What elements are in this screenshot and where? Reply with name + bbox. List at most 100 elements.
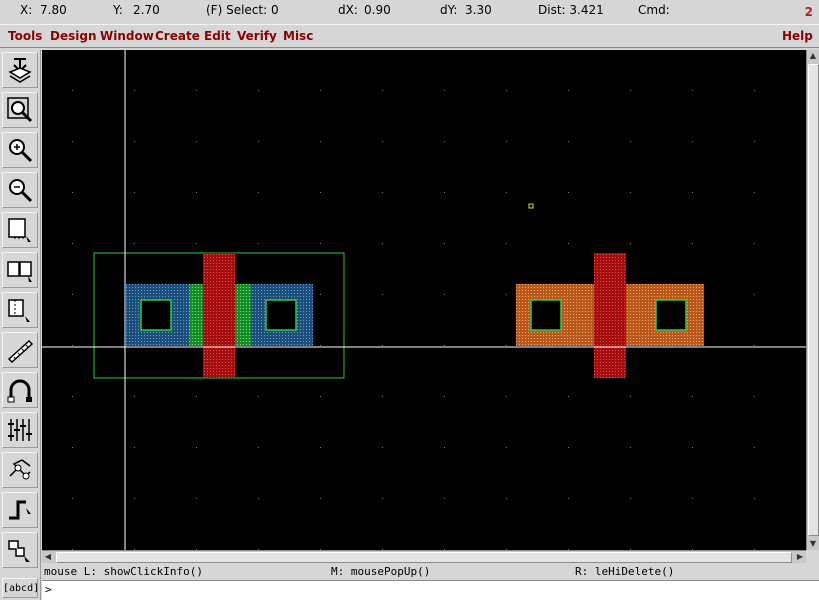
command-line: > [42, 580, 819, 600]
zoom-in-icon [9, 139, 33, 163]
menu-tools[interactable]: Tools [8, 29, 42, 43]
save-tool-button[interactable] [2, 52, 38, 88]
poly-gate-left [203, 253, 235, 378]
move-tool-button[interactable] [2, 292, 38, 328]
grid-dot [134, 447, 135, 448]
status-bar: X: 7.80 Y: 2.70 (F) Select: 0 dX: 0.90 d… [0, 0, 819, 21]
grid-dot [630, 498, 631, 499]
grid-dot [506, 243, 507, 244]
grid-dot [258, 90, 259, 91]
mouse-middle-binding: M: mousePopUp() [331, 565, 431, 578]
grid-dot [134, 192, 135, 193]
dx-label: dX: [338, 3, 358, 17]
grid-dot [568, 396, 569, 397]
menu-misc[interactable]: Misc [283, 29, 313, 43]
grid-dot [320, 141, 321, 142]
menu-edit[interactable]: Edit [204, 29, 231, 43]
grid-dot [692, 498, 693, 499]
grid-dot [568, 90, 569, 91]
grid-dot [196, 192, 197, 193]
grid-dot [320, 90, 321, 91]
path-icon [9, 459, 31, 480]
grid-dot [754, 345, 755, 346]
grid-dot [72, 396, 73, 397]
grid-dot [568, 141, 569, 142]
grid-dot [72, 498, 73, 499]
grid-dot [506, 345, 507, 346]
menu-window[interactable]: Window [100, 29, 154, 43]
x-coordinate-value: 7.80 [40, 3, 67, 17]
save-icon [8, 58, 32, 83]
ruler-icon [7, 339, 34, 364]
scroll-down-icon[interactable]: ▼ [807, 538, 819, 550]
scroll-left-icon[interactable]: ◀ [42, 551, 54, 563]
layout-drawing [42, 50, 806, 550]
contact-left-1 [140, 299, 172, 331]
grid-dot [506, 192, 507, 193]
path-tool-button[interactable] [2, 452, 38, 488]
label-button[interactable]: [abcd] [2, 578, 39, 598]
grid-dot [72, 90, 73, 91]
undo-icon [7, 379, 32, 403]
menu-help[interactable]: Help [782, 29, 813, 43]
tool-palette [0, 50, 41, 600]
grid-dot [692, 90, 693, 91]
mouse-left-binding: mouse L: showClickInfo() [44, 565, 203, 578]
grid-dot [444, 345, 445, 346]
dy-label: dY: [440, 3, 458, 17]
grid-dot [444, 498, 445, 499]
vertical-scroll-thumb[interactable] [808, 64, 819, 536]
grid-dot [72, 141, 73, 142]
scroll-up-icon[interactable]: ▲ [807, 50, 819, 62]
dy-value: 3.30 [465, 3, 492, 17]
grid-dot [444, 141, 445, 142]
grid-dot [506, 90, 507, 91]
grid-dot [196, 90, 197, 91]
grid-dot [506, 396, 507, 397]
grid-dot [382, 396, 383, 397]
zoom-in-tool-button[interactable] [2, 132, 38, 168]
vertical-scrollbar[interactable]: ▲ ▼ [806, 50, 819, 550]
grid-dot [382, 192, 383, 193]
stretch-icon [8, 218, 31, 242]
grid-dot [382, 447, 383, 448]
grid-dot [72, 294, 73, 295]
poly-gate-right [594, 253, 626, 378]
menu-design[interactable]: Design [50, 29, 97, 43]
instance-tool-button[interactable] [2, 412, 38, 448]
grid-dot [754, 141, 755, 142]
polygon-icon [8, 540, 30, 562]
wire-tool-button[interactable] [2, 492, 38, 528]
window-number: 2 [804, 5, 813, 19]
polygon-tool-button[interactable] [2, 532, 38, 568]
grid-dot [134, 396, 135, 397]
select-count: (F) Select: 0 [206, 3, 279, 17]
scroll-right-icon[interactable]: ▶ [794, 551, 806, 563]
grid-dot [196, 498, 197, 499]
grid-dot [692, 396, 693, 397]
grid-dot [630, 243, 631, 244]
menu-verify[interactable]: Verify [237, 29, 277, 43]
contact-right-2 [655, 299, 687, 331]
horizontal-scroll-thumb[interactable] [56, 552, 792, 563]
command-input[interactable] [56, 582, 816, 598]
undo-tool-button[interactable] [2, 372, 38, 408]
grid-dot [568, 498, 569, 499]
y-coordinate-label: Y: [113, 3, 123, 17]
zoom-out-tool-button[interactable] [2, 172, 38, 208]
grid-dot [692, 447, 693, 448]
grid-dot [444, 192, 445, 193]
grid-dot [320, 396, 321, 397]
grid-dot [692, 243, 693, 244]
grid-dot [320, 294, 321, 295]
ruler-tool-button[interactable] [2, 332, 38, 368]
layout-canvas[interactable] [42, 50, 806, 550]
copy-tool-button[interactable] [2, 252, 38, 288]
horizontal-scrollbar[interactable]: ◀ ▶ [42, 550, 806, 563]
grid-dot [692, 192, 693, 193]
grid-dot [258, 141, 259, 142]
grid-dot [134, 243, 135, 244]
stretch-tool-button[interactable] [2, 212, 38, 248]
menu-create[interactable]: Create [155, 29, 200, 43]
fit-view-tool-button[interactable] [2, 92, 38, 128]
